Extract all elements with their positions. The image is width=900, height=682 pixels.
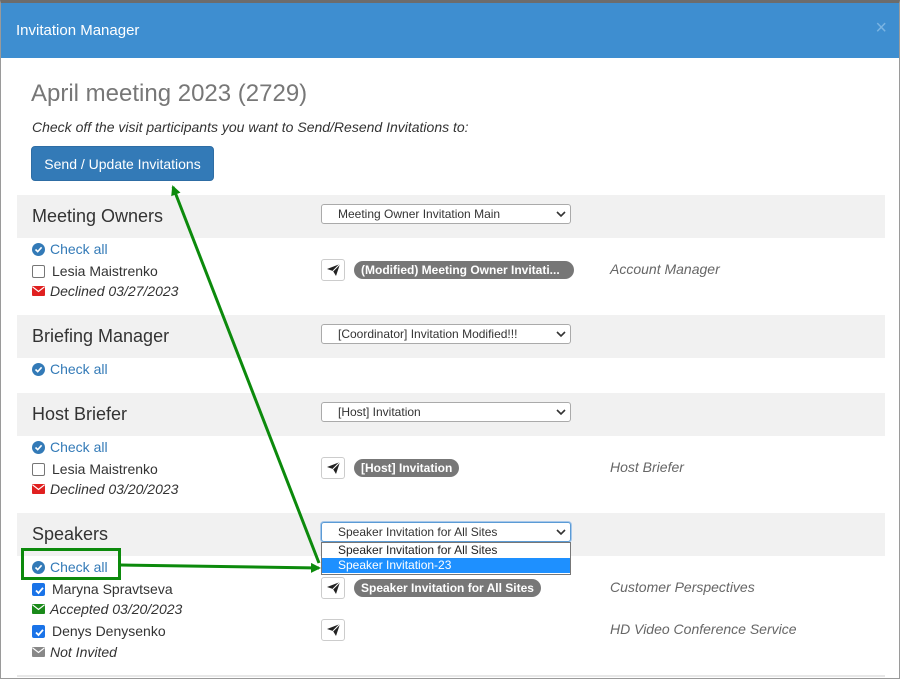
divider	[17, 675, 885, 677]
participant-row: Maryna Spravtseva	[32, 581, 173, 597]
envelope-icon	[32, 286, 45, 296]
check-all-label: Check all	[50, 361, 108, 377]
group-name: Host Briefer	[32, 404, 128, 424]
participant-checkbox[interactable]	[32, 264, 45, 278]
chevron-down-icon	[556, 331, 566, 338]
group-name: Briefing Manager	[32, 326, 170, 346]
paper-plane-icon	[327, 624, 340, 636]
participant-role: Host Briefer	[610, 459, 684, 475]
invitation-badge: Speaker Invitation for All Sites	[354, 579, 541, 597]
invitation-manager-dialog: Invitation Manager × April meeting 2023 …	[0, 0, 900, 679]
send-invitation-button[interactable]	[321, 619, 345, 641]
participant-name: Lesia Maistrenko	[52, 461, 158, 477]
participant-role: HD Video Conference Service	[610, 621, 797, 637]
participant-role: Account Manager	[610, 261, 720, 277]
send-invitation-button[interactable]	[321, 457, 345, 479]
meeting-title: April meeting 2023 (2729)	[31, 80, 308, 107]
envelope-icon	[32, 484, 45, 494]
template-select-value: Meeting Owner Invitation Main	[338, 207, 501, 221]
dialog-titlebar: Invitation Manager ×	[1, 3, 899, 58]
send-invitation-button[interactable]	[321, 259, 345, 281]
check-all-link-host-briefer[interactable]: Check all	[32, 439, 108, 455]
participant-checkbox[interactable]	[32, 462, 45, 476]
status-text: Declined 03/27/2023	[50, 283, 179, 299]
participant-row: Denys Denysenko	[32, 623, 166, 639]
invitation-badge: [Host] Invitation	[354, 459, 460, 477]
chevron-down-icon	[556, 409, 566, 416]
close-icon[interactable]: ×	[875, 17, 887, 40]
dropdown-option-highlighted[interactable]: Speaker Invitation-23	[322, 558, 570, 573]
participant-status: Accepted 03/20/2023	[32, 601, 182, 617]
dropdown-option[interactable]: Speaker Invitation for All Sites	[322, 543, 570, 558]
participant-status: Not Invited	[32, 644, 117, 660]
paper-plane-icon	[327, 264, 340, 276]
envelope-icon	[32, 647, 45, 657]
group-name: Meeting Owners	[32, 206, 164, 226]
status-text: Declined 03/20/2023	[50, 481, 179, 497]
chevron-down-icon	[556, 529, 566, 536]
paper-plane-icon	[327, 582, 340, 594]
status-text: Not Invited	[50, 644, 117, 660]
check-all-link-briefing-manager[interactable]: Check all	[32, 361, 108, 377]
template-select-speakers[interactable]: Speaker Invitation for All Sites	[321, 522, 571, 542]
group-name: Speakers	[32, 524, 109, 544]
annotation-arrow	[120, 562, 321, 573]
check-circle-icon	[32, 242, 45, 256]
invitation-badge: (Modified) Meeting Owner Invitati...	[354, 261, 574, 279]
participant-name: Denys Denysenko	[52, 623, 166, 639]
participant-role: Customer Perspectives	[610, 579, 755, 595]
template-select-briefing-manager[interactable]: [Coordinator] Invitation Modified!!!	[321, 324, 571, 344]
template-select-host-briefer[interactable]: [Host] Invitation	[321, 402, 571, 422]
participant-name: Lesia Maistrenko	[52, 263, 158, 279]
template-select-meeting-owners[interactable]: Meeting Owner Invitation Main	[321, 204, 571, 224]
check-circle-icon	[32, 362, 45, 376]
participant-name: Maryna Spravtseva	[52, 581, 173, 597]
instructions-text: Check off the visit participants you wan…	[32, 119, 469, 135]
template-select-value: [Coordinator] Invitation Modified!!!	[338, 327, 518, 341]
chevron-down-icon	[556, 211, 566, 218]
check-all-label: Check all	[50, 241, 108, 257]
template-dropdown-list[interactable]: Speaker Invitation for All Sites Speaker…	[321, 542, 571, 575]
participant-row: Lesia Maistrenko	[32, 461, 158, 477]
paper-plane-icon	[327, 462, 340, 474]
participant-checkbox[interactable]	[32, 624, 45, 638]
check-circle-icon	[32, 440, 45, 454]
send-update-invitations-button[interactable]: Send / Update Invitations	[31, 146, 214, 181]
envelope-icon	[32, 604, 45, 614]
dialog-title: Invitation Manager	[16, 22, 140, 39]
annotation-arrow	[171, 185, 321, 564]
participant-status: Declined 03/20/2023	[32, 481, 178, 497]
send-invitation-button[interactable]	[321, 577, 345, 599]
participant-status: Declined 03/27/2023	[32, 283, 178, 299]
participant-checkbox[interactable]	[32, 582, 45, 596]
status-text: Accepted 03/20/2023	[50, 601, 183, 617]
check-all-label: Check all	[50, 439, 108, 455]
annotation-highlight-box	[21, 548, 121, 580]
check-all-link-meeting-owners[interactable]: Check all	[32, 241, 108, 257]
template-select-value: [Host] Invitation	[338, 405, 421, 419]
participant-row: Lesia Maistrenko	[32, 263, 158, 279]
template-select-value: Speaker Invitation for All Sites	[338, 525, 498, 539]
